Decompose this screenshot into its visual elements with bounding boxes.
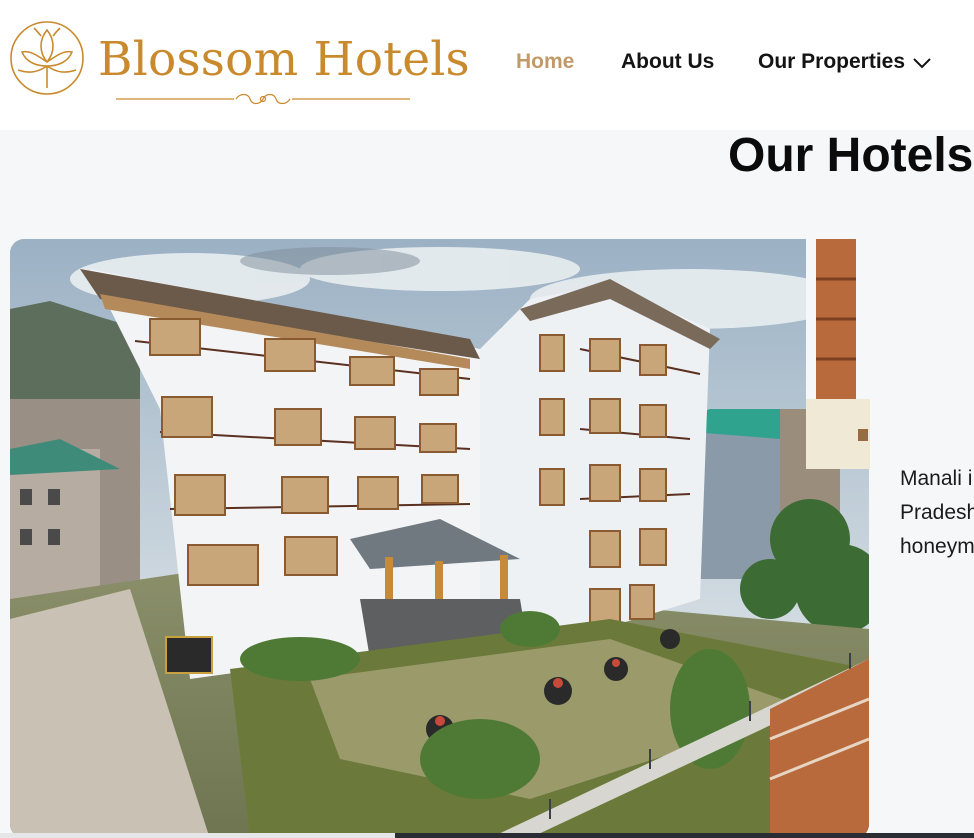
nav-item-home[interactable]: Home: [516, 50, 574, 74]
section-description: Manali i Pradesh honeym: [900, 462, 974, 564]
description-line: Manali i: [900, 467, 973, 490]
brand-logo[interactable]: Blossom Hotels: [8, 14, 470, 114]
nav-item-our-properties[interactable]: Our Properties: [758, 50, 905, 74]
description-line: honeym: [900, 535, 974, 558]
page-title: Our Hotels: [728, 129, 974, 182]
brand-name: Blossom Hotels: [98, 32, 470, 87]
chevron-down-icon[interactable]: [912, 56, 932, 70]
site-header: Blossom Hotels Home About Us Our Propert…: [0, 0, 974, 130]
lotus-icon: [10, 21, 84, 95]
wooden-balcony-photo: [806, 239, 974, 469]
flourish-ornament: [116, 93, 410, 105]
hotel-building-photo: [10, 239, 869, 838]
description-line: Pradesh: [900, 501, 974, 524]
nav-item-about-us[interactable]: About Us: [621, 50, 714, 74]
bottom-bar-dark: [395, 833, 974, 838]
